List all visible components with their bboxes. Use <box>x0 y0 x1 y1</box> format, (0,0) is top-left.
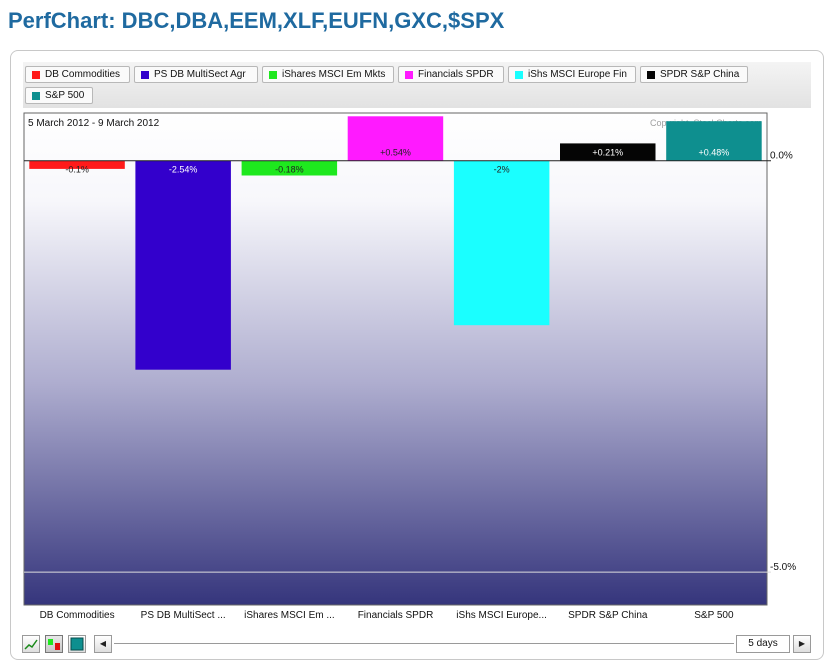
data-label: -2% <box>494 165 510 175</box>
data-label: -0.18% <box>275 165 304 175</box>
bar <box>453 160 550 326</box>
bar <box>135 160 231 370</box>
x-tick-label: S&P 500 <box>694 610 734 621</box>
triangle-right-icon: ▶ <box>798 639 806 648</box>
bar-chart-button[interactable] <box>45 635 63 653</box>
x-tick-label: DB Commodities <box>40 610 115 621</box>
x-tick-label: iShs MSCI Europe... <box>456 610 547 621</box>
date-range-label: 5 March 2012 - 9 March 2012 <box>28 118 160 129</box>
performance-bar-chart: 5 March 2012 - 9 March 2012 Copyright, S… <box>23 112 796 621</box>
data-label: +0.48% <box>699 148 730 158</box>
line-chart-icon <box>24 639 38 650</box>
scroll-right-button[interactable]: ▶ <box>793 635 811 653</box>
x-tick-label: iShares MSCI Em ... <box>244 610 335 621</box>
data-label: -0.1% <box>65 165 89 175</box>
data-label: -2.54% <box>169 165 198 175</box>
histogram-button[interactable] <box>68 635 86 653</box>
scroll-left-button[interactable]: ◀ <box>94 635 112 653</box>
chart-toolbar: ◀ 5 days ▶ <box>22 635 812 653</box>
data-label: +0.54% <box>380 148 411 158</box>
x-tick-label: SPDR S&P China <box>568 610 648 621</box>
line-chart-button[interactable] <box>22 635 40 653</box>
triangle-left-icon: ◀ <box>99 639 107 648</box>
x-axis: DB Commodities PS DB MultiSect ... iShares… <box>40 610 734 621</box>
data-label: +0.21% <box>592 148 623 158</box>
y-tick-label: -5.0% <box>770 562 796 573</box>
bar-chart-icon <box>48 639 60 650</box>
x-tick-label: Financials SPDR <box>358 610 434 621</box>
y-tick-label: 0.0% <box>770 151 793 162</box>
x-tick-label: PS DB MultiSect ... <box>141 610 226 621</box>
period-selector[interactable]: 5 days <box>736 635 790 653</box>
scroll-track[interactable] <box>114 643 734 644</box>
histogram-icon <box>70 637 84 651</box>
